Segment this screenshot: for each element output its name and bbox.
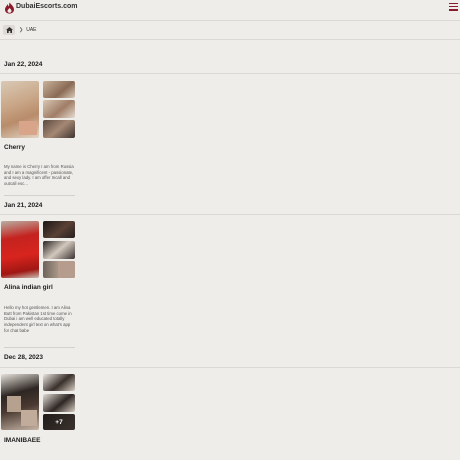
breadcrumb-divider	[0, 39, 460, 40]
thumb-photo[interactable]	[43, 261, 75, 278]
main-photo[interactable]	[1, 81, 39, 138]
listing-divider	[4, 195, 75, 196]
hamburger-menu-icon[interactable]	[449, 3, 458, 12]
main-photo[interactable]	[1, 374, 39, 430]
thumb-photo[interactable]	[43, 100, 75, 118]
listing-divider	[4, 347, 75, 348]
thumb-photo[interactable]	[43, 81, 75, 98]
blurred-area	[7, 396, 21, 412]
more-photos-badge[interactable]: +7	[43, 414, 75, 430]
thumb-photo[interactable]	[43, 394, 75, 412]
listing-name[interactable]: Cherry	[4, 144, 25, 151]
thumb-photo[interactable]	[43, 241, 75, 259]
date-divider	[0, 73, 460, 74]
listing-description: Hello my hot gentlemen. I am Alina Butt …	[4, 305, 72, 333]
blurred-area	[58, 261, 75, 278]
date-divider	[0, 367, 460, 368]
listing-date: Dec 28, 2023	[4, 354, 44, 361]
home-icon	[5, 27, 13, 33]
listing-date: Jan 21, 2024	[4, 202, 43, 209]
thumb-photo[interactable]: +7	[43, 414, 75, 430]
blurred-area	[21, 410, 37, 426]
main-photo[interactable]	[1, 221, 39, 278]
thumb-photo[interactable]	[43, 221, 75, 238]
listing-date: Jan 22, 2024	[4, 61, 43, 68]
listing-name[interactable]: IMANIBAEE	[4, 437, 40, 444]
header-divider	[0, 20, 460, 21]
breadcrumb-current[interactable]: UAE	[26, 27, 36, 33]
blurred-area	[19, 121, 37, 135]
listing-name[interactable]: Alina indian girl	[4, 284, 53, 291]
breadcrumb: ❯ UAE	[3, 25, 36, 35]
listing-description: My name is Cherry I am from Russia and I…	[4, 164, 74, 187]
chevron-right-icon: ❯	[19, 27, 24, 33]
home-button[interactable]	[3, 25, 15, 35]
thumb-photo[interactable]	[43, 374, 75, 391]
flame-logo-icon[interactable]	[4, 2, 15, 14]
site-header: DubaiEscorts.com	[0, 0, 460, 16]
site-name[interactable]: DubaiEscorts.com	[16, 3, 77, 10]
thumb-photo[interactable]	[43, 120, 75, 138]
date-divider	[0, 214, 460, 215]
